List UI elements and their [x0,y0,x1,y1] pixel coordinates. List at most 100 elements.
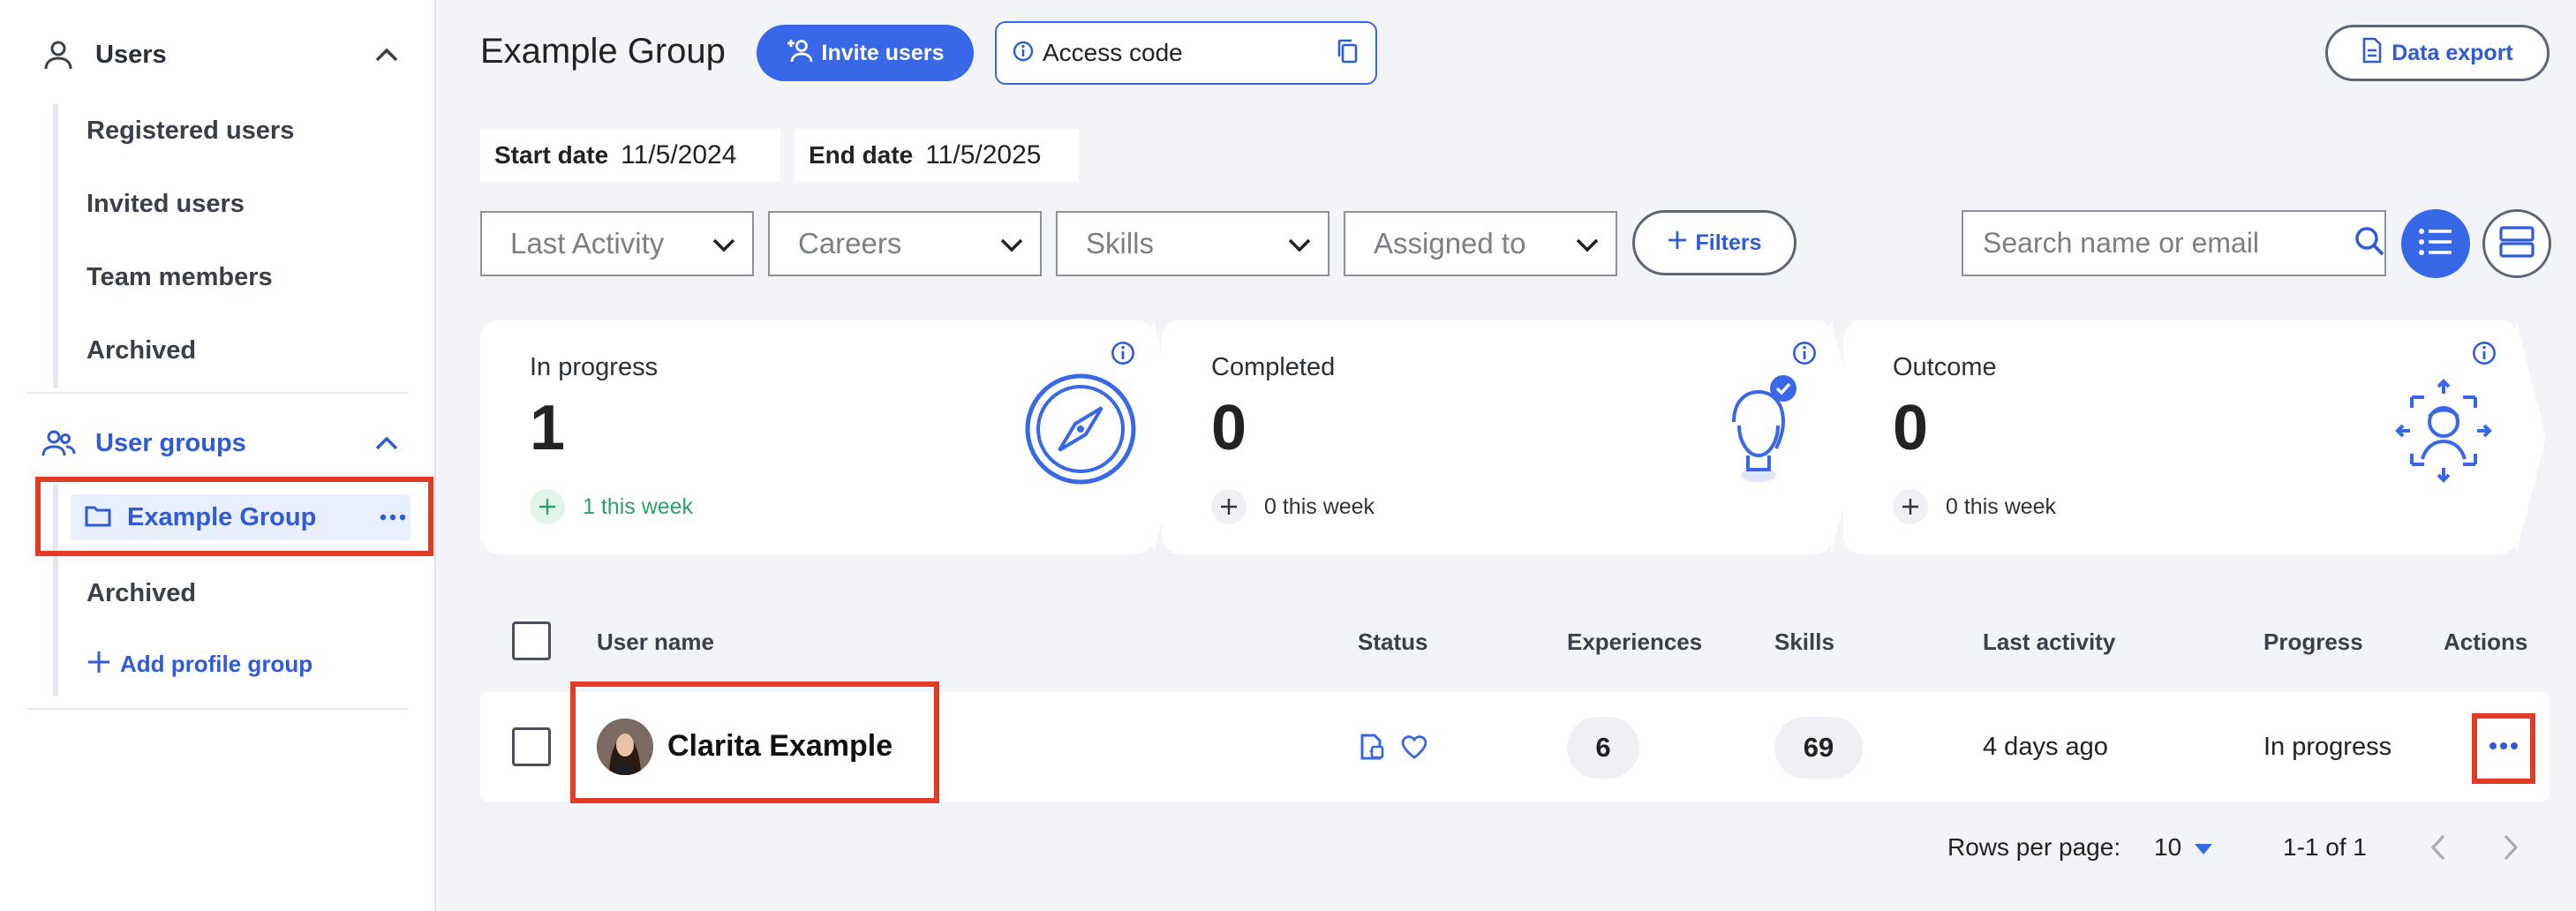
data-export-button[interactable]: Data export [2325,25,2550,81]
end-date-label: End date [809,141,914,169]
dropdown-label: Last Activity [510,227,665,260]
filters-button[interactable]: Filters [1632,210,1796,275]
start-date-chip[interactable]: Start date 11/5/2024 [480,129,780,182]
stat-week: 0 this week [1893,489,2056,524]
plus-icon [1667,230,1688,257]
chevron-left-icon[interactable] [2429,833,2447,866]
grid-view-icon [2499,225,2535,262]
add-profile-group-button[interactable]: Add profile group [87,650,313,679]
column-header-last-activity[interactable]: Last activity [1983,629,2115,656]
compass-icon [1024,373,1137,490]
chevron-down-icon [1575,227,1600,260]
sidebar-section-label: Users [95,40,167,69]
highlight-box [35,477,433,556]
chevron-up-icon[interactable] [369,37,404,72]
person-focus-icon [2394,378,2493,488]
stat-label: In progress [530,353,659,381]
search-icon[interactable] [2354,225,2385,261]
access-code-field[interactable]: Access code [995,21,1377,85]
rows-per-page-value: 10 [2154,833,2182,861]
copy-icon[interactable] [1335,38,1360,69]
chevron-down-icon [1287,227,1312,260]
add-profile-group-label: Add profile group [120,651,313,677]
chevron-down-icon [712,227,736,260]
card-arrow [2516,320,2546,554]
select-all-checkbox[interactable] [512,621,551,660]
stat-card-completed: Completed 0 0 this week [1162,320,1833,554]
user-add-icon [787,37,813,70]
last-activity-cell: 4 days ago [1983,733,2108,761]
sidebar-item-archived-users[interactable]: Archived [87,331,196,370]
status-document-icon[interactable] [1358,733,1386,765]
stat-week: 1 this week [530,489,693,524]
stat-value: 0 [1893,393,1929,463]
column-header-experiences[interactable]: Experiences [1567,629,1702,656]
stat-label: Outcome [1893,353,1997,381]
dropdown-label: Careers [798,227,902,260]
stat-card-outcome: Outcome 0 0 this week [1843,320,2518,554]
stat-card-in-progress: In progress 1 1 this week [480,320,1155,554]
assigned-to-dropdown[interactable]: Assigned to [1344,211,1617,276]
filters-label: Filters [1695,230,1762,255]
users-group-icon [39,424,78,463]
start-date-label: Start date [494,141,609,169]
sidebar-section-users[interactable]: Users [39,34,404,76]
rows-per-page-label: Rows per page: [1947,833,2121,861]
list-view-button[interactable] [2401,209,2470,278]
dropdown-label: Assigned to [1374,227,1526,260]
sidebar-divider [26,392,408,394]
search-box [1962,210,2386,276]
person-check-icon [1721,373,1806,490]
invite-users-label: Invite users [821,40,945,65]
info-icon[interactable] [2472,341,2497,370]
chevron-down-icon [999,227,1024,260]
info-icon[interactable] [1111,341,1135,370]
info-icon [1013,41,1034,66]
end-date-value: 11/5/2025 [925,140,1042,169]
stat-week-text: 0 this week [1946,493,2057,519]
row-checkbox[interactable] [512,727,551,766]
end-date-chip[interactable]: End date 11/5/2025 [795,129,1079,182]
document-icon [2361,37,2383,70]
careers-dropdown[interactable]: Careers [768,211,1042,276]
start-date-value: 11/5/2024 [621,140,737,169]
sidebar-item-invited-users[interactable]: Invited users [87,184,245,223]
column-header-user-name[interactable]: User name [597,629,714,656]
highlight-box [570,681,939,803]
column-header-status[interactable]: Status [1358,629,1427,656]
sidebar-item-team-members[interactable]: Team members [87,258,273,297]
skills-count: 69 [1774,717,1863,779]
sidebar-item-registered-users[interactable]: Registered users [87,111,294,150]
column-header-progress[interactable]: Progress [2263,629,2363,656]
rows-per-page-select[interactable]: 10 [2154,833,2213,862]
stat-week-text: 0 this week [1264,493,1375,519]
caret-down-icon [2194,833,2213,862]
chevron-up-icon[interactable] [369,425,404,461]
dropdown-label: Skills [1086,227,1155,260]
experiences-count: 6 [1567,717,1639,779]
sidebar-item-archived-groups[interactable]: Archived [87,574,196,613]
search-input[interactable] [1983,227,2354,260]
stat-label: Completed [1211,353,1336,381]
column-header-actions: Actions [2444,629,2528,655]
data-export-label: Data export [2391,40,2513,65]
sidebar: Users Registered users Invited users Tea… [0,0,436,911]
list-icon [2418,227,2453,261]
stat-value: 0 [1211,393,1247,463]
plus-icon [87,650,111,679]
column-header-skills[interactable]: Skills [1774,629,1834,656]
progress-cell: In progress [2263,733,2392,761]
skills-dropdown[interactable]: Skills [1056,211,1329,276]
sidebar-tree-line [53,104,58,388]
last-activity-dropdown[interactable]: Last Activity [480,211,754,276]
sidebar-section-label: User groups [95,428,246,457]
chevron-right-icon[interactable] [2502,833,2520,866]
highlight-box [2472,713,2535,784]
pagination-range: 1-1 of 1 [2283,833,2367,861]
heart-icon[interactable] [1400,734,1428,764]
plus-icon [530,489,565,524]
card-view-button[interactable] [2482,209,2551,278]
info-icon[interactable] [1792,341,1817,370]
sidebar-section-user-groups[interactable]: User groups [39,422,404,464]
invite-users-button[interactable]: Invite users [757,25,974,81]
